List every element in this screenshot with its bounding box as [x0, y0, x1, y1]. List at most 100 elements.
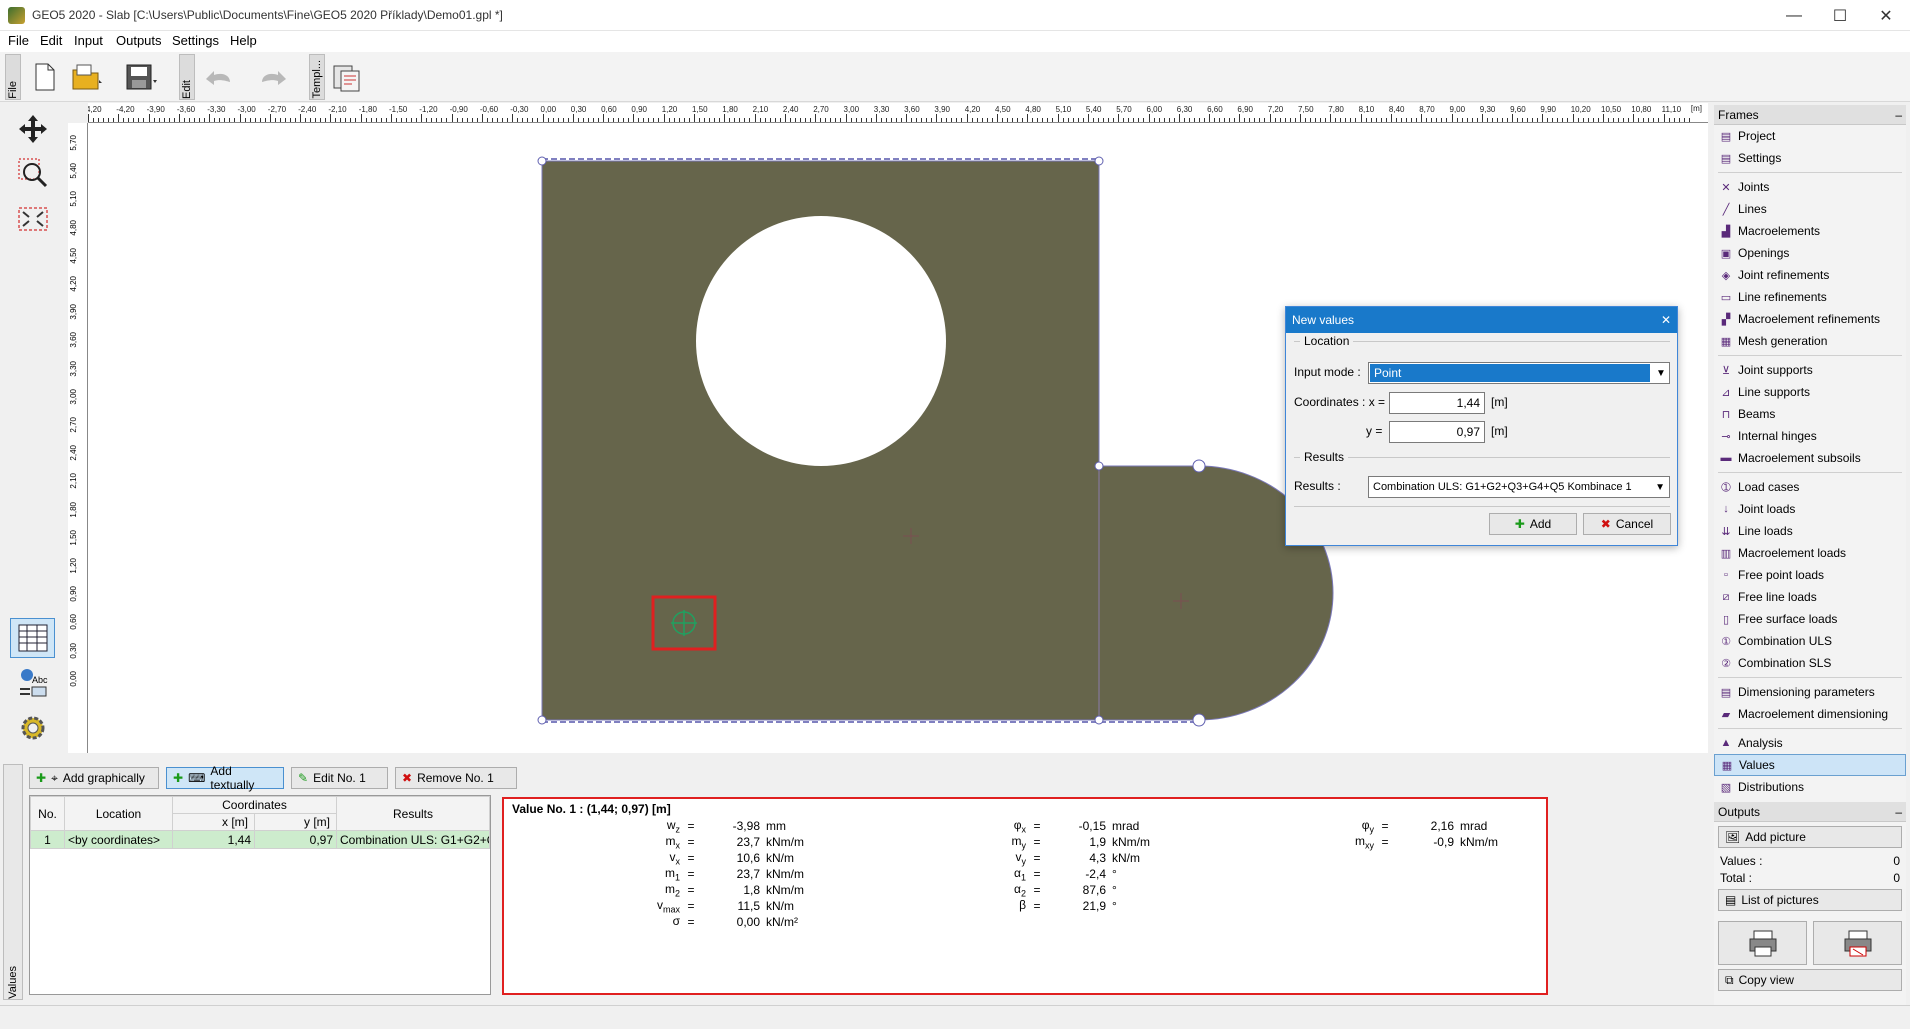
ruler-tick-mark [1274, 118, 1276, 122]
col-header-results[interactable]: Results [336, 796, 490, 831]
add-textually-button[interactable]: ✚ ⌨ Add textually [166, 764, 284, 792]
frame-item-free-point-loads[interactable]: ▫ Free point loads [1714, 564, 1906, 586]
redo-button[interactable] [256, 57, 290, 97]
frame-item-joint-supports[interactable]: ⊻ Joint supports [1714, 359, 1906, 381]
frame-item-line-supports[interactable]: ⊿ Line supports [1714, 381, 1906, 403]
list-of-pictures-button[interactable]: ▤ List of pictures [1718, 889, 1902, 911]
result-row-alpha2: α2 = 87,6 ° [970, 882, 1230, 898]
frame-item-openings[interactable]: ▣ Openings [1714, 242, 1906, 264]
frame-item-load-cases[interactable]: ➀ Load cases [1714, 476, 1906, 498]
move-view-button[interactable] [10, 109, 55, 149]
menu-edit[interactable]: Edit [40, 33, 62, 48]
close-button[interactable]: ✕ [1863, 0, 1909, 31]
print-button[interactable] [1718, 921, 1807, 965]
frame-item-values[interactable]: ▦ Values [1714, 754, 1906, 776]
table-row[interactable]: 1 <by coordinates> 1,44 0,97 Combination… [30, 830, 490, 849]
settings-view-button[interactable] [10, 708, 55, 748]
menu-help[interactable]: Help [230, 33, 257, 48]
coord-x-input[interactable]: 1,44 [1389, 392, 1485, 414]
joint-2[interactable] [1094, 156, 1104, 166]
menu-input[interactable]: Input [74, 33, 103, 48]
add-picture-button[interactable]: 🖼 Add picture [1718, 826, 1902, 848]
collapse-icon[interactable]: – [1895, 108, 1902, 122]
joint-7[interactable] [1094, 715, 1104, 725]
col-header-location[interactable]: Location [64, 796, 173, 831]
frame-item-macroelements[interactable]: ▟ Macroelements [1714, 220, 1906, 242]
copy-view-button[interactable]: ⧉ Copy view [1718, 969, 1902, 991]
frame-item-macroelement-loads[interactable]: ▥ Macroelement loads [1714, 542, 1906, 564]
frame-item-free-line-loads[interactable]: ⧄ Free line loads [1714, 586, 1906, 608]
collapse-icon[interactable]: – [1895, 805, 1902, 819]
dialog-title: New values [1292, 313, 1355, 327]
undo-button[interactable] [202, 57, 236, 97]
ruler-tick-mark [1537, 118, 1539, 122]
frame-item-combination-sls[interactable]: ② Combination SLS [1714, 652, 1906, 674]
templates-toolbar-tab[interactable]: Templ... [309, 54, 325, 100]
col-header-no[interactable]: No. [30, 796, 65, 831]
frame-item-macroelement-dimensioning[interactable]: ▰ Macroelement dimensioning [1714, 703, 1906, 725]
joint-6[interactable] [537, 715, 547, 725]
ruler-tick-mark [608, 118, 610, 122]
frame-item-mesh-generation[interactable]: ▦ Mesh generation [1714, 330, 1906, 352]
new-file-button[interactable] [28, 57, 62, 97]
ruler-x-tick: 2,70 [813, 105, 829, 114]
frame-item-free-surface-loads[interactable]: ▯ Free surface loads [1714, 608, 1906, 630]
edit-value-button[interactable]: ✎ Edit No. 1 [291, 767, 388, 789]
ruler-tick-mark [653, 118, 655, 122]
frame-item-combination-uls[interactable]: ① Combination ULS [1714, 630, 1906, 652]
frame-item-lines[interactable]: ╱ Lines [1714, 198, 1906, 220]
menu-settings[interactable]: Settings [172, 33, 219, 48]
col-header-y[interactable]: y [m] [254, 813, 337, 831]
dialog-close-icon[interactable]: ✕ [1661, 313, 1671, 327]
templates-button[interactable] [330, 57, 364, 97]
input-mode-select[interactable]: Point ▼ [1368, 362, 1670, 384]
frame-item-settings[interactable]: ▤ Settings [1714, 147, 1906, 169]
frame-item-distributions[interactable]: ▧ Distributions [1714, 776, 1906, 798]
frame-item-line-refinements[interactable]: ▭ Line refinements [1714, 286, 1906, 308]
frame-item-joint-loads[interactable]: ↓ Joint loads [1714, 498, 1906, 520]
values-side-tab[interactable]: Values [3, 764, 23, 1000]
dialog-cancel-button[interactable]: ✖ Cancel [1583, 513, 1671, 535]
ruler-tick-mark [315, 118, 317, 122]
dialog-add-button[interactable]: ✚ Add [1489, 513, 1577, 535]
frame-item-project[interactable]: ▤ Project [1714, 125, 1906, 147]
list-of-pictures-label: List of pictures [1741, 893, 1819, 907]
doc-icon: ▤ [1720, 130, 1732, 143]
frame-item-beams[interactable]: ⊓ Beams [1714, 403, 1906, 425]
joint-5[interactable] [1192, 713, 1206, 727]
open-file-button[interactable] [70, 57, 104, 97]
drawing-canvas[interactable]: New values ✕ Location Input mode : Point… [88, 123, 1708, 753]
text-labels-button[interactable]: Abc [10, 663, 55, 703]
coord-y-input[interactable]: 0,97 [1389, 421, 1485, 443]
frame-item-macroelement-refinements[interactable]: ▞ Macroelement refinements [1714, 308, 1906, 330]
minimize-button[interactable]: — [1771, 0, 1817, 31]
ruler-tick-mark [320, 118, 322, 122]
frame-item-joints[interactable]: ✕ Joints [1714, 176, 1906, 198]
menu-outputs[interactable]: Outputs [116, 33, 162, 48]
frame-item-joint-refinements[interactable]: ◈ Joint refinements [1714, 264, 1906, 286]
ruler-tick-mark [360, 114, 362, 122]
zoom-button[interactable] [10, 153, 55, 193]
frame-item-macroelement-subsoils[interactable]: ▬ Macroelement subsoils [1714, 447, 1906, 469]
col-header-x[interactable]: x [m] [172, 813, 255, 831]
zoom-extents-button[interactable] [10, 199, 55, 239]
remove-value-button[interactable]: ✖ Remove No. 1 [395, 767, 517, 789]
edit-toolbar-tab[interactable]: Edit [179, 54, 195, 100]
col-header-coordinates[interactable]: Coordinates [172, 796, 337, 814]
frame-item-line-loads[interactable]: ⇊ Line loads [1714, 520, 1906, 542]
joint-1[interactable] [537, 156, 547, 166]
results-select[interactable]: Combination ULS: G1+G2+Q3+G4+Q5 Kombinac… [1368, 476, 1670, 498]
add-graphically-button[interactable]: ✚ ⌖ Add graphically [29, 767, 159, 789]
menu-file[interactable]: File [8, 33, 29, 48]
save-button[interactable] [124, 57, 158, 97]
print-preview-button[interactable] [1813, 921, 1902, 965]
maximize-button[interactable]: ☐ [1817, 0, 1863, 31]
frame-item-dimensioning-parameters[interactable]: ▤ Dimensioning parameters [1714, 681, 1906, 703]
frame-item-internal-hinges[interactable]: ⊸ Internal hinges [1714, 425, 1906, 447]
file-toolbar-tab[interactable]: File [5, 54, 21, 100]
table-view-button[interactable] [10, 618, 55, 658]
joint-3[interactable] [1094, 461, 1104, 471]
frame-item-label: Beams [1738, 407, 1776, 421]
joint-4[interactable] [1192, 459, 1206, 473]
frame-item-analysis[interactable]: ▲ Analysis [1714, 732, 1906, 754]
